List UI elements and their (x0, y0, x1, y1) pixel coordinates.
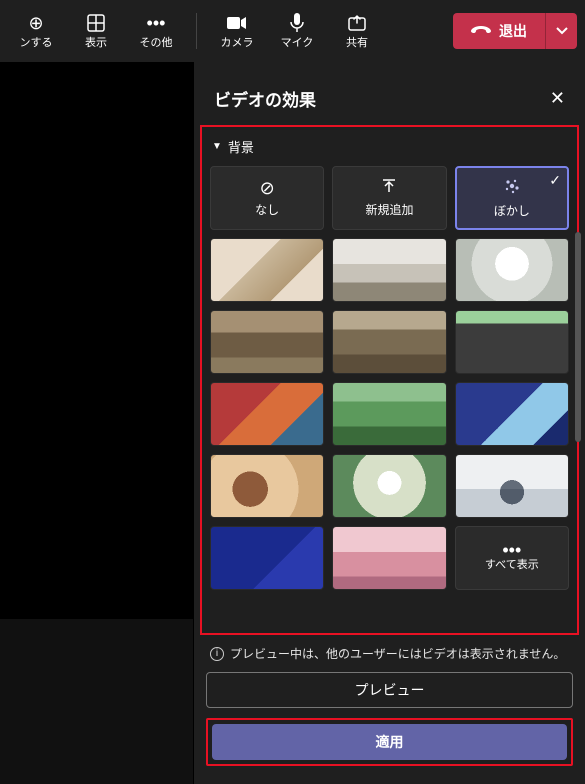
collapse-icon: ▼ (212, 141, 222, 152)
pin-icon: ⊕ (28, 12, 43, 34)
leave-more-button[interactable] (545, 13, 577, 49)
bg-thumb[interactable] (332, 310, 446, 374)
button-label: プレビュー (355, 680, 425, 700)
section-label: 背景 (228, 137, 254, 156)
share-icon (348, 12, 366, 34)
view-button[interactable]: 表示 (68, 3, 124, 59)
bg-thumb[interactable] (455, 382, 569, 446)
mic-icon (290, 12, 304, 34)
share-button[interactable]: 共有 (329, 3, 385, 59)
close-button[interactable]: ✕ (550, 88, 565, 109)
preview-button[interactable]: プレビュー (206, 672, 573, 708)
bg-show-all[interactable]: ••• すべて表示 (455, 526, 569, 590)
mic-button[interactable]: マイク (269, 3, 325, 59)
pin-button[interactable]: ⊕ ンする (8, 3, 64, 59)
info-icon: i (210, 647, 224, 661)
upload-icon (381, 178, 397, 199)
bg-blur[interactable]: ✓ ぼかし (455, 166, 569, 230)
none-icon: ⊘ (260, 178, 275, 199)
chevron-down-icon (556, 22, 568, 40)
bg-thumb[interactable] (332, 238, 446, 302)
bg-thumb[interactable] (210, 454, 324, 518)
bg-thumb[interactable] (210, 310, 324, 374)
self-preview (0, 619, 193, 784)
bg-thumb[interactable] (332, 526, 446, 590)
apply-button[interactable]: 適用 (212, 724, 567, 760)
button-label: 適用 (376, 732, 404, 752)
background-section: ▼ 背景 ⊘ なし 新規追加 ✓ ぼかし (200, 125, 579, 635)
tile-label: 新規追加 (365, 201, 413, 218)
bg-thumb[interactable] (332, 454, 446, 518)
grid-icon (87, 12, 105, 34)
bg-add-new[interactable]: 新規追加 (332, 166, 446, 230)
meeting-toolbar: ⊕ ンする 表示 ••• その他 カメラ マイク (0, 0, 585, 62)
leave-button[interactable]: 退出 (453, 13, 545, 49)
toolbar-label: 共有 (346, 34, 368, 50)
bg-thumb[interactable] (210, 382, 324, 446)
close-icon: ✕ (550, 88, 565, 108)
check-icon: ✓ (549, 172, 561, 189)
section-header[interactable]: ▼ 背景 (208, 133, 571, 164)
bg-thumb[interactable] (455, 310, 569, 374)
toolbar-label: カメラ (221, 34, 254, 50)
tile-label: なし (255, 201, 279, 218)
ellipsis-icon: ••• (502, 544, 521, 556)
tile-label: ぼかし (494, 202, 530, 219)
bg-none[interactable]: ⊘ なし (210, 166, 324, 230)
background-grid: ⊘ なし 新規追加 ✓ ぼかし (208, 164, 571, 592)
bg-thumb[interactable] (455, 238, 569, 302)
blur-icon (503, 177, 521, 200)
camera-button[interactable]: カメラ (209, 3, 265, 59)
bg-thumb[interactable] (210, 238, 324, 302)
separator (196, 13, 197, 49)
ellipsis-icon: ••• (147, 12, 166, 34)
video-effects-panel: ビデオの効果 ✕ ▼ 背景 ⊘ なし 新規追加 ✓ (193, 62, 585, 784)
toolbar-label: 表示 (85, 34, 107, 50)
leave-label: 退出 (499, 21, 527, 41)
more-button[interactable]: ••• その他 (128, 3, 184, 59)
bg-thumb[interactable] (332, 382, 446, 446)
tile-label: すべて表示 (485, 556, 539, 572)
bg-thumb[interactable] (210, 526, 324, 590)
camera-icon (227, 12, 247, 34)
toolbar-label: マイク (281, 34, 314, 50)
toolbar-label: その他 (140, 34, 173, 50)
panel-title: ビデオの効果 (214, 86, 316, 111)
info-text: プレビュー中は、他のユーザーにはビデオは表示されません。 (230, 645, 565, 662)
preview-info: i プレビュー中は、他のユーザーにはビデオは表示されません。 (206, 645, 573, 662)
apply-highlight: 適用 (206, 718, 573, 766)
scrollbar[interactable] (575, 232, 581, 442)
bg-thumb[interactable] (455, 454, 569, 518)
toolbar-label: ンする (20, 34, 53, 50)
hangup-icon (471, 23, 491, 39)
